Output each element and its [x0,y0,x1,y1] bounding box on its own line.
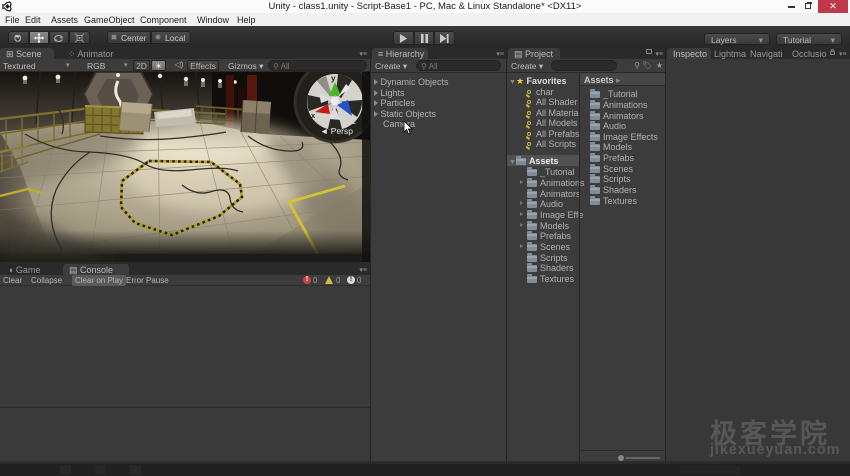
svg-text:◄ Persp: ◄ Persp [320,126,353,136]
svg-text:z: z [352,117,356,126]
svg-text:y: y [331,74,336,83]
